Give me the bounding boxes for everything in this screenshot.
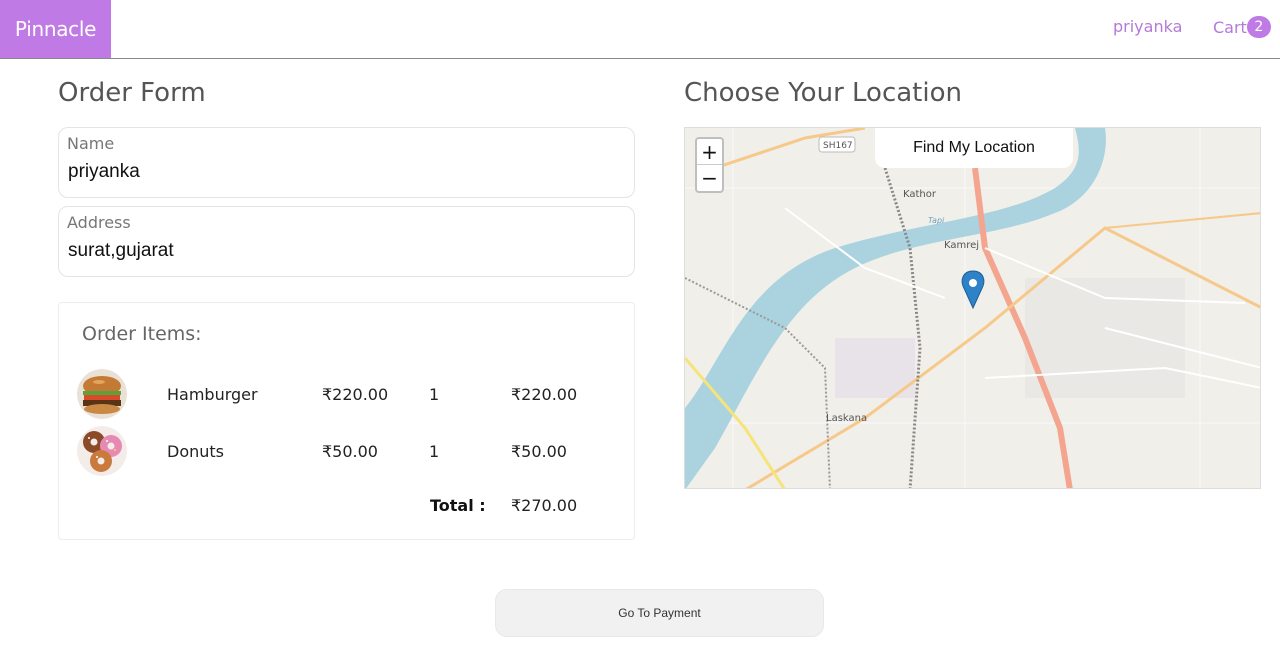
nav-user-link[interactable]: priyanka: [1113, 17, 1182, 36]
address-input[interactable]: [68, 240, 618, 262]
name-label: Name: [67, 134, 115, 153]
donuts-image: [77, 426, 127, 476]
item-quantity: 1: [429, 385, 440, 404]
zoom-in-button[interactable]: +: [697, 139, 722, 165]
total-label: Total :: [430, 496, 486, 515]
item-quantity: 1: [429, 442, 440, 461]
address-label: Address: [67, 213, 131, 232]
order-items-title: Order Items:: [82, 323, 202, 345]
item-subtotal: ₹220.00: [511, 385, 578, 404]
cart-count-badge: 2: [1246, 16, 1271, 38]
map-label-kamrej: Kamrej: [944, 240, 979, 251]
map-label-tapi: Tapi: [928, 216, 945, 225]
order-item-row: Hamburger ₹220.00 1 ₹220.00: [59, 367, 634, 421]
go-to-payment-button[interactable]: Go To Payment: [495, 589, 824, 637]
navbar: Pinnacle priyanka Cart 2: [0, 0, 1280, 59]
hamburger-image: [77, 369, 127, 419]
order-items-card: Order Items: Hamburger ₹220.00 1 ₹220.00: [58, 302, 635, 540]
item-price: ₹220.00: [322, 385, 389, 404]
order-item-row: Donuts ₹50.00 1 ₹50.00: [59, 424, 634, 478]
address-field[interactable]: Address: [58, 206, 635, 277]
name-field[interactable]: Name: [58, 127, 635, 198]
location-title: Choose Your Location: [684, 78, 962, 108]
name-input[interactable]: [68, 161, 618, 183]
zoom-out-button[interactable]: −: [697, 165, 722, 191]
item-price: ₹50.00: [322, 442, 378, 461]
brand-logo[interactable]: Pinnacle: [0, 0, 111, 58]
find-my-location-button[interactable]: Find My Location: [875, 128, 1073, 168]
order-form-title: Order Form: [58, 78, 206, 108]
map-label-sh167: SH167: [823, 141, 853, 151]
total-value: ₹270.00: [511, 496, 578, 515]
map-label-laskana: Laskana: [826, 413, 867, 424]
item-subtotal: ₹50.00: [511, 442, 567, 461]
location-map[interactable]: SH167 Kathor Tapi Kamrej Laskana + − Fin…: [684, 127, 1261, 489]
cart-label: Cart: [1213, 18, 1247, 37]
item-name: Hamburger: [167, 385, 258, 404]
map-tiles: SH167 Kathor Tapi Kamrej Laskana: [685, 128, 1260, 488]
map-label-kathor: Kathor: [903, 189, 937, 200]
zoom-control: + −: [695, 137, 724, 193]
nav-cart-link[interactable]: Cart 2: [1213, 16, 1271, 38]
item-name: Donuts: [167, 442, 224, 461]
